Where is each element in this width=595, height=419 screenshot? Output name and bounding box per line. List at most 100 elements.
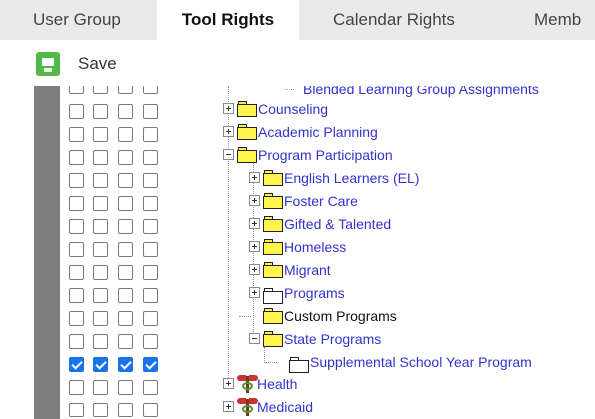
- expand-icon[interactable]: [249, 218, 260, 229]
- right-checkbox[interactable]: [93, 127, 108, 142]
- right-checkbox[interactable]: [69, 403, 84, 417]
- right-checkbox[interactable]: [69, 265, 84, 280]
- right-checkbox[interactable]: [118, 173, 133, 188]
- collapse-icon[interactable]: [223, 149, 234, 160]
- tree-connector: [239, 316, 251, 317]
- right-checkbox[interactable]: [69, 196, 84, 211]
- right-checkbox[interactable]: [118, 104, 133, 119]
- right-checkbox[interactable]: [69, 104, 84, 119]
- right-checkbox[interactable]: [143, 150, 158, 165]
- tree-item-label[interactable]: Academic Planning: [258, 123, 378, 141]
- right-checkbox[interactable]: [69, 173, 84, 188]
- right-checkbox[interactable]: [93, 403, 108, 417]
- tree-item-label[interactable]: Gifted & Talented: [284, 215, 391, 233]
- right-checkbox[interactable]: [143, 311, 158, 326]
- right-checkbox[interactable]: [93, 380, 108, 395]
- expand-icon[interactable]: [249, 287, 260, 298]
- expand-icon[interactable]: [249, 241, 260, 252]
- right-checkbox[interactable]: [118, 242, 133, 257]
- right-checkbox[interactable]: [118, 403, 133, 417]
- tree-item-label[interactable]: Programs: [284, 284, 345, 302]
- right-checkbox[interactable]: [69, 150, 84, 165]
- right-checkbox[interactable]: [93, 334, 108, 349]
- tree-item-label[interactable]: Custom Programs: [284, 307, 397, 325]
- right-checkbox[interactable]: [69, 311, 84, 326]
- right-checkbox[interactable]: [118, 127, 133, 142]
- right-checkbox[interactable]: [93, 357, 108, 372]
- right-checkbox[interactable]: [93, 311, 108, 326]
- right-checkbox[interactable]: [143, 334, 158, 349]
- right-checkbox[interactable]: [69, 380, 84, 395]
- tree-item-label[interactable]: Foster Care: [284, 192, 358, 210]
- right-checkbox[interactable]: [143, 219, 158, 234]
- right-checkbox[interactable]: [93, 196, 108, 211]
- right-checkbox[interactable]: [93, 173, 108, 188]
- right-checkbox[interactable]: [143, 265, 158, 280]
- tree-connector: [285, 89, 294, 90]
- right-checkbox[interactable]: [118, 334, 133, 349]
- right-checkbox[interactable]: [143, 403, 158, 417]
- right-checkbox[interactable]: [118, 86, 133, 94]
- tree-item-label[interactable]: Migrant: [284, 261, 331, 279]
- right-checkbox[interactable]: [143, 86, 158, 94]
- right-checkbox[interactable]: [118, 265, 133, 280]
- right-checkbox[interactable]: [69, 334, 84, 349]
- tab-user-group[interactable]: User Group: [33, 0, 121, 40]
- tree-item-label[interactable]: Counseling: [258, 100, 328, 118]
- right-checkbox[interactable]: [118, 288, 133, 303]
- gray-strip: [34, 86, 60, 419]
- right-checkbox[interactable]: [93, 265, 108, 280]
- right-checkbox[interactable]: [93, 288, 108, 303]
- right-checkbox[interactable]: [93, 86, 108, 94]
- right-checkbox[interactable]: [143, 196, 158, 211]
- tab-calendar-rights[interactable]: Calendar Rights: [333, 0, 455, 40]
- right-checkbox[interactable]: [143, 380, 158, 395]
- expand-icon[interactable]: [249, 195, 260, 206]
- tree-item-label[interactable]: Medicaid: [257, 398, 313, 416]
- tab-bar: User Group Tool Rights Calendar Rights M…: [0, 0, 595, 40]
- expand-icon[interactable]: [223, 103, 234, 114]
- right-checkbox[interactable]: [118, 357, 133, 372]
- right-checkbox[interactable]: [118, 380, 133, 395]
- folder-icon: [263, 170, 283, 186]
- tree-item-label[interactable]: Supplemental School Year Program: [310, 353, 532, 371]
- right-checkbox[interactable]: [69, 219, 84, 234]
- tree-item-label[interactable]: Health: [257, 375, 297, 393]
- right-checkbox[interactable]: [69, 242, 84, 257]
- right-checkbox[interactable]: [93, 219, 108, 234]
- right-checkbox[interactable]: [93, 150, 108, 165]
- tree-vertical-line: [264, 347, 265, 363]
- tree-item-label[interactable]: Program Participation: [258, 146, 393, 164]
- save-button[interactable]: Save: [36, 52, 146, 76]
- expand-icon[interactable]: [223, 378, 234, 389]
- tree-item-label[interactable]: Homeless: [284, 238, 346, 256]
- right-checkbox[interactable]: [118, 150, 133, 165]
- right-checkbox[interactable]: [118, 219, 133, 234]
- collapse-icon[interactable]: [249, 333, 260, 344]
- right-checkbox[interactable]: [69, 288, 84, 303]
- expand-icon[interactable]: [223, 126, 234, 137]
- right-checkbox[interactable]: [118, 311, 133, 326]
- right-checkbox[interactable]: [93, 242, 108, 257]
- expand-icon[interactable]: [249, 172, 260, 183]
- right-checkbox[interactable]: [143, 173, 158, 188]
- folder-icon: [263, 239, 283, 255]
- tab-members[interactable]: Memb: [534, 0, 581, 40]
- expand-icon[interactable]: [249, 264, 260, 275]
- right-checkbox[interactable]: [69, 357, 84, 372]
- right-checkbox[interactable]: [143, 357, 158, 372]
- right-checkbox[interactable]: [143, 127, 158, 142]
- tab-tool-rights[interactable]: Tool Rights: [157, 0, 299, 40]
- tree-vertical-line: [253, 162, 254, 342]
- right-checkbox[interactable]: [93, 104, 108, 119]
- tree-item-label[interactable]: State Programs: [284, 330, 381, 348]
- right-checkbox[interactable]: [143, 288, 158, 303]
- right-checkbox[interactable]: [69, 86, 84, 94]
- right-checkbox[interactable]: [143, 242, 158, 257]
- right-checkbox[interactable]: [118, 196, 133, 211]
- expand-icon[interactable]: [223, 401, 234, 412]
- tree-item-label[interactable]: English Learners (EL): [284, 169, 419, 187]
- right-checkbox[interactable]: [143, 104, 158, 119]
- right-checkbox[interactable]: [69, 127, 84, 142]
- tree-connector: [265, 362, 277, 363]
